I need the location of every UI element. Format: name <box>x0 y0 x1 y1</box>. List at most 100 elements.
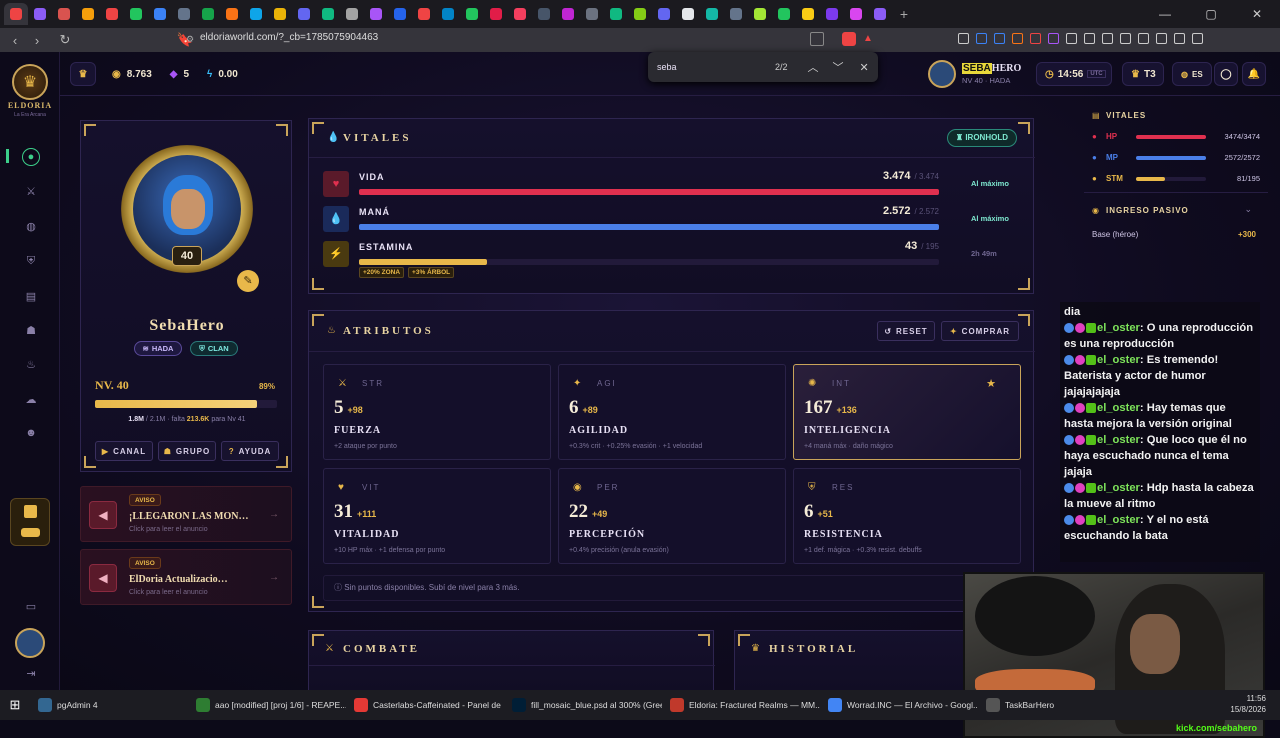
extension-icon[interactable] <box>1138 33 1149 44</box>
browser-tab[interactable] <box>628 3 652 25</box>
taskbar-app[interactable]: Casterlabs-Caffeinated - Panel de ... <box>346 690 504 720</box>
language-pill[interactable]: ◍ ES <box>1172 62 1212 86</box>
browser-tab[interactable] <box>124 3 148 25</box>
browser-tab[interactable] <box>868 3 892 25</box>
shield-nav-icon[interactable]: ⛨ <box>22 252 40 270</box>
browser-tab[interactable] <box>76 3 100 25</box>
attribute-card-agi[interactable]: ✦ AGI 6 +89 AGILIDAD +0.3% crit · +0.25% evas… <box>558 364 786 460</box>
browser-tab[interactable] <box>556 3 580 25</box>
windows-start-icon[interactable]: ⊞ <box>0 697 30 713</box>
channel-button[interactable]: ▶ CANAL <box>95 441 153 461</box>
browser-tab[interactable] <box>244 3 268 25</box>
browser-tab[interactable] <box>292 3 316 25</box>
chat-button[interactable]: ◯ <box>1214 62 1238 86</box>
browser-tab[interactable] <box>340 3 364 25</box>
find-input[interactable]: seba <box>657 62 767 72</box>
browser-tab[interactable] <box>148 3 172 25</box>
logout-icon[interactable]: ⇥ <box>22 664 40 682</box>
extension-icon[interactable] <box>1066 33 1077 44</box>
messages-nav-icon[interactable]: ▭ <box>22 597 40 615</box>
hero-avatar[interactable] <box>928 60 956 88</box>
clan-tag[interactable]: ⛨ CLAN <box>190 341 238 356</box>
extension-icon[interactable] <box>1156 33 1167 44</box>
eldoria-logo[interactable]: ♛ <box>12 64 48 100</box>
chat-username[interactable]: el_oster <box>1097 322 1140 334</box>
extension-icon[interactable] <box>1102 33 1113 44</box>
forward-icon[interactable]: › <box>26 33 48 48</box>
browser-tab[interactable] <box>436 3 460 25</box>
notifications-button[interactable]: 🔔 <box>1242 62 1266 86</box>
back-icon[interactable]: ‹ <box>4 33 26 48</box>
taskbar-app[interactable]: Worrad.INC — El Archivo - Googl... <box>820 690 978 720</box>
buy-button[interactable]: ✦ COMPRAR <box>941 321 1019 341</box>
browser-tab[interactable] <box>268 3 292 25</box>
user-add-nav-icon[interactable]: ☻ <box>22 424 40 442</box>
extension-icon[interactable] <box>958 33 969 44</box>
reload-icon[interactable]: ↻ <box>54 32 76 48</box>
extension-icon[interactable] <box>976 33 987 44</box>
taskbar-app[interactable]: pgAdmin 4 <box>30 690 188 720</box>
browser-tab[interactable] <box>4 3 28 25</box>
taskbar-app[interactable]: fill_mosaic_blue.psd al 300% (Gree... <box>504 690 662 720</box>
help-button[interactable]: ? AYUDA <box>221 441 279 461</box>
user-avatar-small[interactable] <box>15 628 45 658</box>
notice-card[interactable]: ◀ AVISO ¡LLEGARON LAS MON… Click para le… <box>80 486 292 542</box>
url-field[interactable]: eldoriaworld.com/?_cb=1785075904463 <box>200 32 378 43</box>
globe-nav-icon[interactable]: ◍ <box>22 217 40 235</box>
browser-tab[interactable] <box>460 3 484 25</box>
chat-nav-icon[interactable]: ☁ <box>22 390 40 408</box>
browser-tab[interactable] <box>676 3 700 25</box>
chat-username[interactable]: el_oster <box>1097 514 1140 526</box>
notice-card[interactable]: ◀ AVISO ElDoria Actualizacio… Click para… <box>80 549 292 605</box>
shop-nav-icon[interactable]: ▤ <box>22 287 40 305</box>
reset-button[interactable]: ↺ RESET <box>877 321 935 341</box>
browser-tab[interactable] <box>508 3 532 25</box>
close-window-icon[interactable]: ✕ <box>1234 0 1280 28</box>
chat-username[interactable]: el_oster <box>1097 434 1140 446</box>
browser-tab[interactable] <box>412 3 436 25</box>
tier-pill[interactable]: ♛ T3 <box>1122 62 1164 86</box>
attribute-card-vit[interactable]: ♥ VIT 31 +111 VITALIDAD +10 HP máx · +1 defen… <box>323 468 551 564</box>
taskbar-app[interactable]: aao [modified] [proj 1/6] - REAPE... <box>188 690 346 720</box>
users-nav-icon[interactable]: ☗ <box>22 321 40 339</box>
reader-icon[interactable] <box>810 32 824 46</box>
profile-nav-icon[interactable]: ● <box>22 148 40 166</box>
taskbar-app[interactable]: Eldoria: Fractured Realms — MM... <box>662 690 820 720</box>
attribute-card-int[interactable]: ✺ INT 167 +136 INTELIGENCIA +4 maná máx · dañ… <box>793 364 1021 460</box>
crown-button[interactable]: ♛ <box>70 62 96 86</box>
browser-tab[interactable] <box>388 3 412 25</box>
browser-tab[interactable] <box>220 3 244 25</box>
browser-tab[interactable] <box>172 3 196 25</box>
edit-avatar-button[interactable]: ✎ <box>237 270 259 292</box>
browser-tab[interactable] <box>748 3 772 25</box>
taskbar-app[interactable]: TaskBarHero <box>978 690 1136 720</box>
browser-tab[interactable] <box>820 3 844 25</box>
extension-icon[interactable] <box>1174 33 1185 44</box>
browser-tab[interactable] <box>484 3 508 25</box>
chat-username[interactable]: el_oster <box>1097 402 1140 414</box>
find-close-icon[interactable]: ✕ <box>860 61 869 74</box>
inventory-button[interactable] <box>10 498 50 546</box>
attribute-card-str[interactable]: ⚔ STR 5 +98 FUERZA +2 ataque por punto <box>323 364 551 460</box>
find-prev-icon[interactable]: ︿ <box>808 59 819 75</box>
zone-badge[interactable]: ♜ IRONHOLD <box>946 129 1017 147</box>
extension-icon[interactable] <box>1120 33 1131 44</box>
extension-icon[interactable] <box>1192 33 1203 44</box>
system-clock[interactable]: 11:56 15/8/2026 <box>1230 693 1266 715</box>
extension-icon[interactable] <box>1030 33 1041 44</box>
find-next-icon[interactable]: ﹀ <box>833 59 844 75</box>
hero-name[interactable]: SEBAHERO <box>962 63 1021 74</box>
attribute-card-res[interactable]: ⛨ RES 6 +51 RESISTENCIA +1 def. mágica · +0.3… <box>793 468 1021 564</box>
browser-tab[interactable] <box>580 3 604 25</box>
site-info-icon[interactable]: ⚙ <box>186 34 194 45</box>
browser-tab[interactable] <box>364 3 388 25</box>
chat-username[interactable]: el_oster <box>1097 482 1140 494</box>
browser-tab[interactable] <box>196 3 220 25</box>
chat-username[interactable]: el_oster <box>1097 354 1140 366</box>
new-tab-icon[interactable]: + <box>892 3 916 25</box>
browser-tab[interactable] <box>652 3 676 25</box>
browser-tab[interactable] <box>772 3 796 25</box>
browser-tab[interactable] <box>28 3 52 25</box>
browser-tab[interactable] <box>100 3 124 25</box>
browser-tab[interactable] <box>52 3 76 25</box>
